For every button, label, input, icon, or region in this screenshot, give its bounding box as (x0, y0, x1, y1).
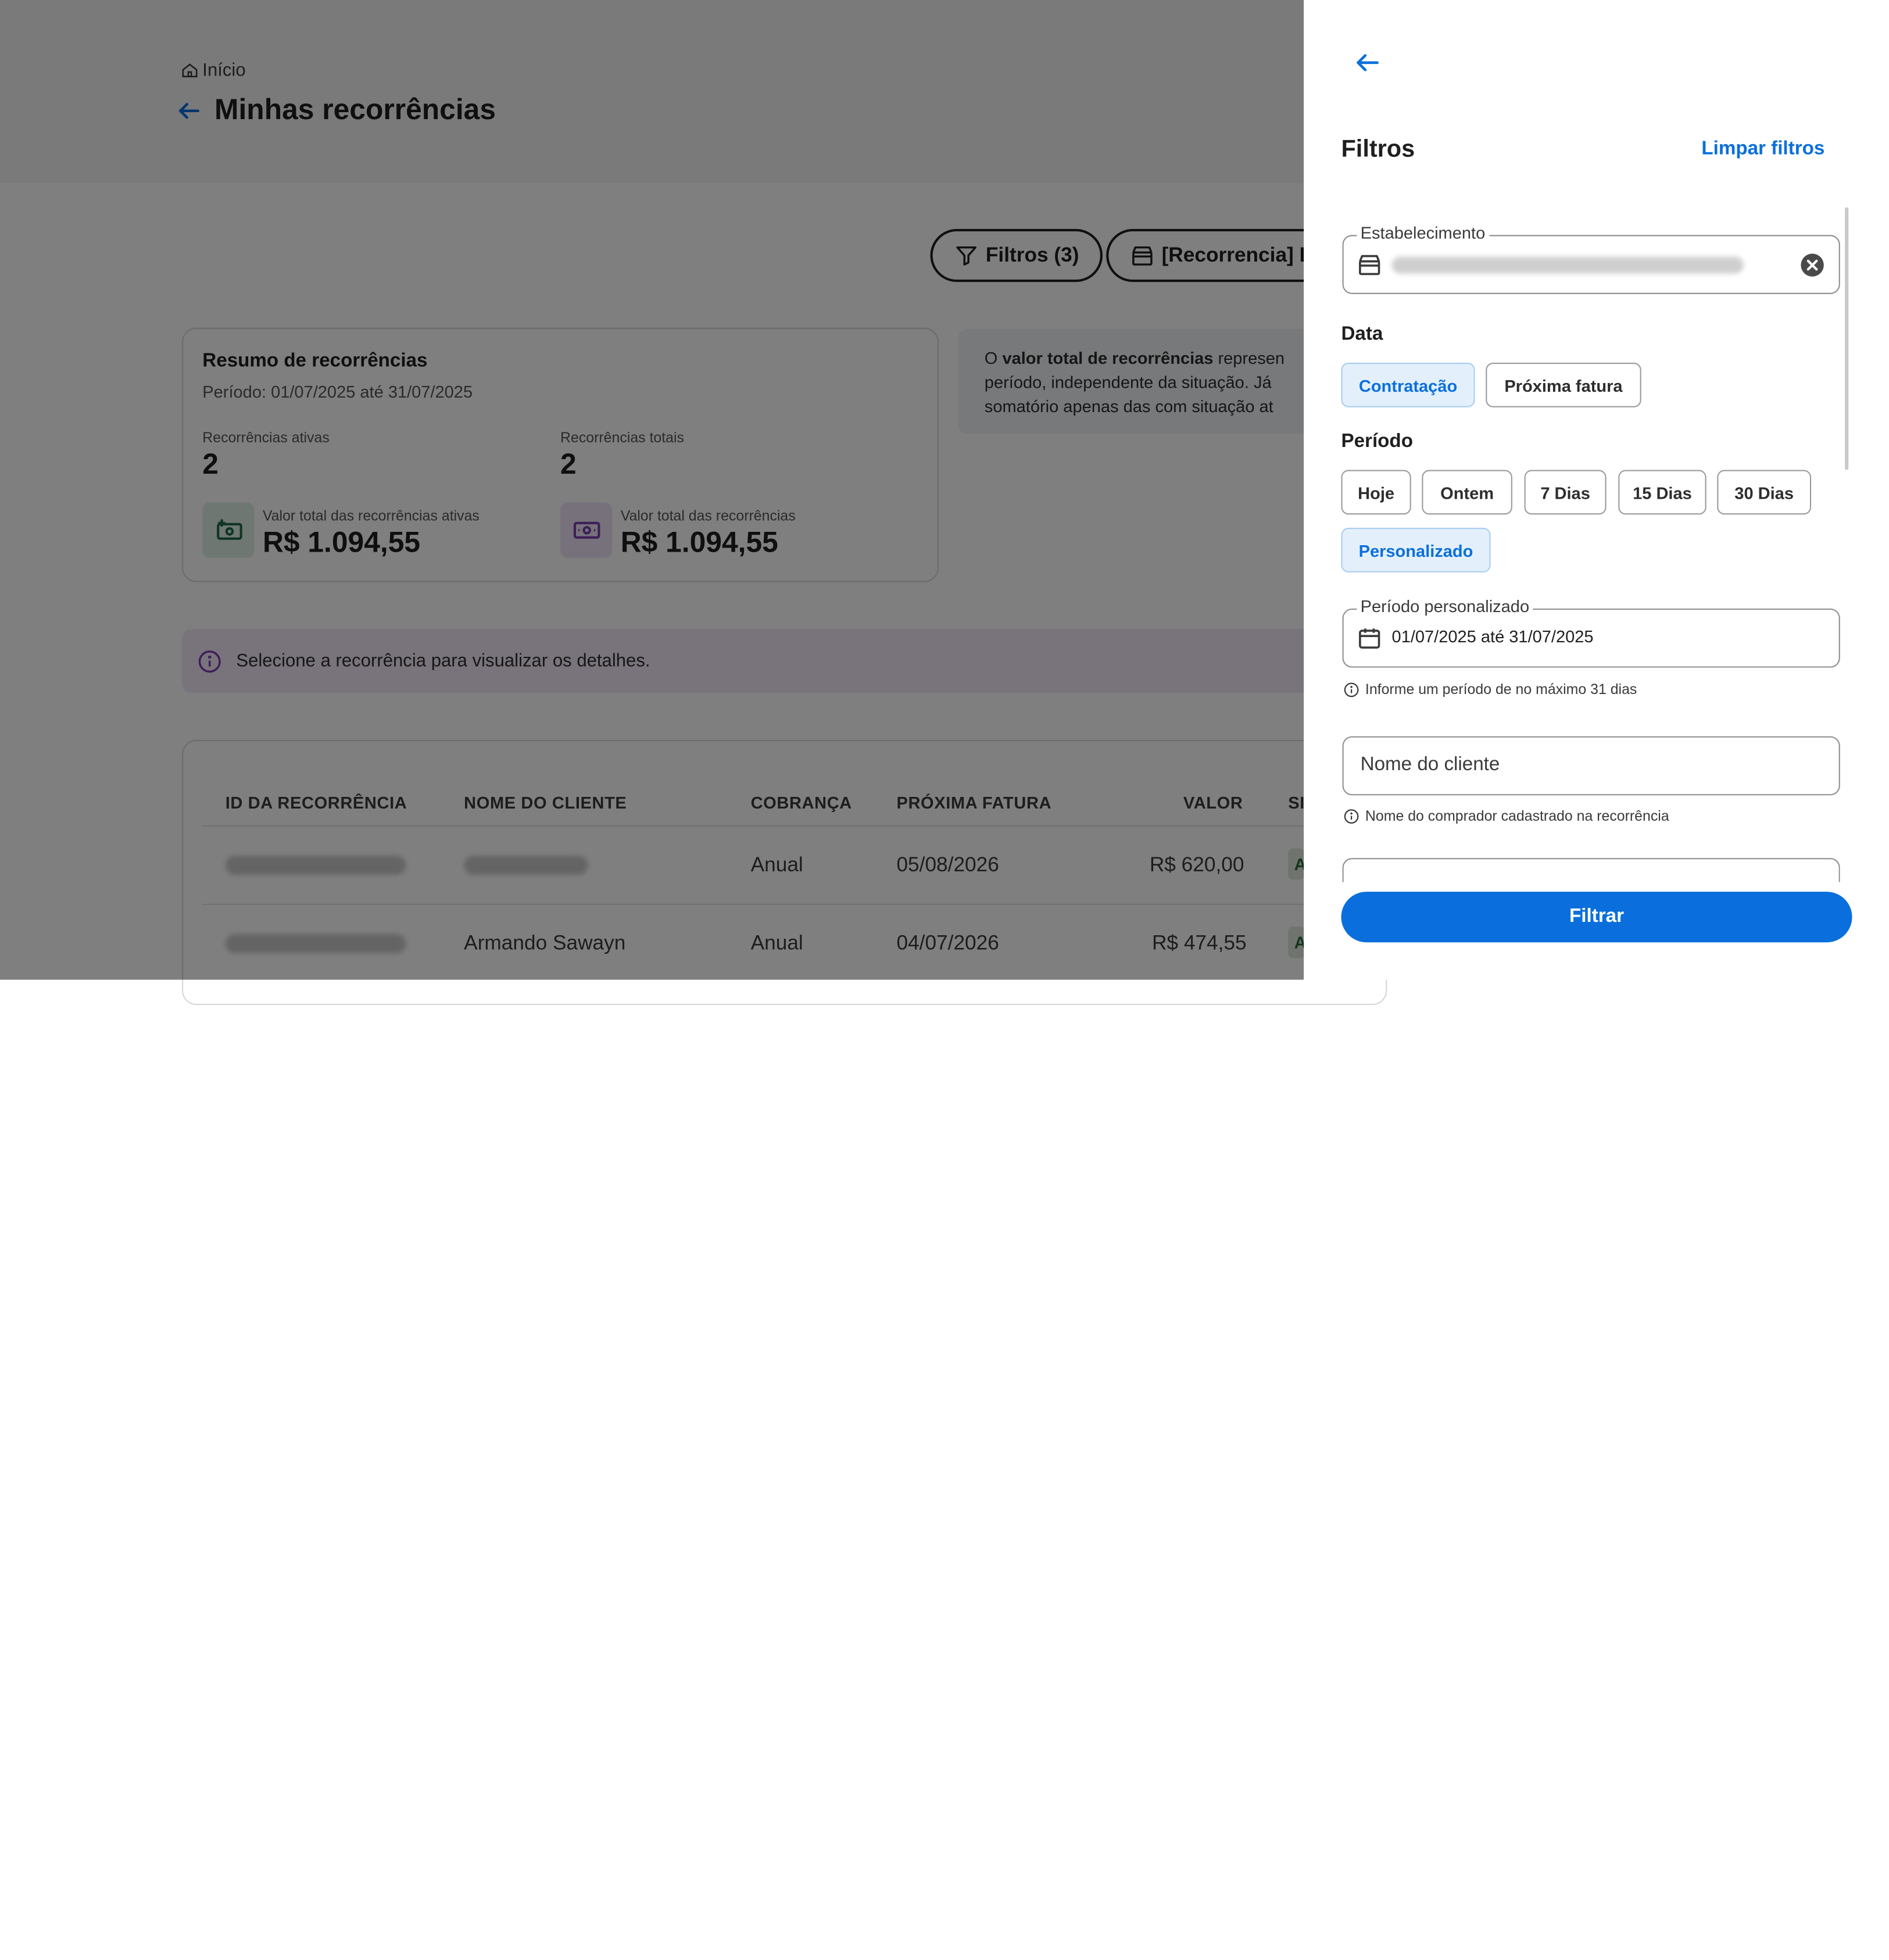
client-name-hint-text: Nome do comprador cadastrado na recorrên… (1365, 807, 1669, 825)
info-icon (1344, 682, 1359, 697)
clear-filters-link[interactable]: Limpar filtros (1701, 138, 1824, 160)
filter-submit-button[interactable]: Filtrar (1341, 892, 1852, 943)
scrollbar[interactable] (1845, 207, 1849, 470)
chip-period-hoje[interactable]: Hoje (1341, 470, 1411, 515)
client-name-hint: Nome do comprador cadastrado na recorrên… (1344, 807, 1669, 824)
custom-period-field[interactable]: Período personalizado 01/07/2025 até 31/… (1342, 596, 1840, 668)
filters-drawer: Filtros Limpar filtros Estabelecimento D… (1304, 0, 1889, 980)
custom-period-hint: Informe um período de no máximo 31 dias (1344, 681, 1637, 698)
calendar-icon (1359, 628, 1380, 649)
date-section-label: Data (1341, 324, 1383, 345)
custom-period-hint-text: Informe um período de no máximo 31 dias (1365, 681, 1637, 698)
chip-period-7-dias[interactable]: 7 Dias (1524, 470, 1607, 515)
info-icon (1344, 809, 1359, 823)
chip-date-contratacao[interactable]: Contratação (1341, 363, 1475, 407)
establishment-label: Estabelecimento (1357, 223, 1489, 242)
client-name-placeholder: Nome do cliente (1360, 754, 1500, 775)
custom-period-value: 01/07/2025 até 31/07/2025 (1391, 627, 1594, 646)
period-section-label: Período (1341, 431, 1413, 452)
arrow-left-icon[interactable] (1353, 48, 1382, 77)
chip-period-30-dias[interactable]: 30 Dias (1717, 470, 1812, 515)
chip-period-personalizado[interactable]: Personalizado (1341, 528, 1491, 573)
drawer-title: Filtros (1341, 136, 1415, 163)
chip-period-15-dias[interactable]: 15 Dias (1618, 470, 1706, 515)
close-circle-icon[interactable] (1800, 253, 1824, 277)
custom-period-label: Período personalizado (1357, 596, 1533, 616)
chip-period-ontem[interactable]: Ontem (1422, 470, 1512, 515)
chip-date-proxima-fatura[interactable]: Próxima fatura (1486, 363, 1641, 407)
redacted-establishment (1391, 256, 1744, 274)
establishment-field[interactable]: Estabelecimento (1342, 223, 1840, 294)
modal-overlay[interactable] (0, 0, 1304, 980)
store-icon (1359, 255, 1380, 276)
next-field-partial[interactable] (1342, 858, 1840, 882)
client-name-input[interactable]: Nome do cliente (1342, 736, 1840, 796)
